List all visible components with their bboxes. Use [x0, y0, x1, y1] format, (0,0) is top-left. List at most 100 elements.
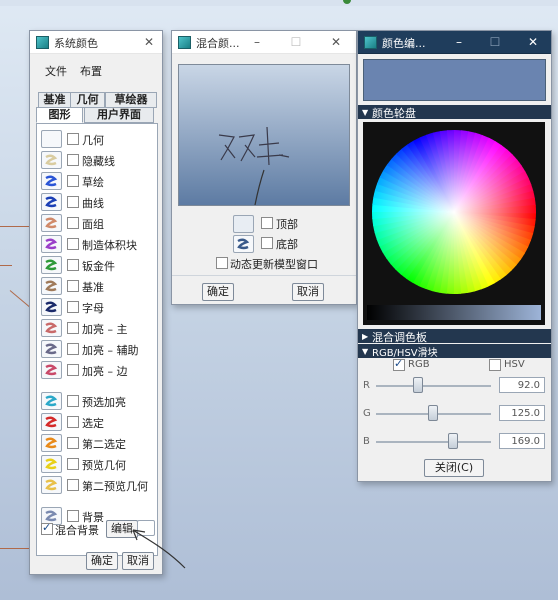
color-checkbox[interactable]: [67, 280, 79, 292]
curve-swatch-icon: [45, 416, 58, 428]
close-icon[interactable]: ✕: [140, 33, 158, 51]
bottom-color-swatch[interactable]: [233, 235, 254, 253]
window-title: 颜色编...: [382, 37, 426, 50]
tab-datum[interactable]: 基准: [38, 92, 71, 108]
color-wheel-area: [363, 122, 545, 325]
b-slider-track[interactable]: [376, 441, 491, 443]
blend-preview: [178, 64, 350, 206]
color-swatch[interactable]: [41, 235, 62, 253]
color-checkbox[interactable]: [67, 458, 79, 470]
color-checkbox[interactable]: [67, 343, 79, 355]
blend-colors-titlebar[interactable]: 混合颜... – ☐ ✕: [172, 31, 356, 54]
close-button[interactable]: 关闭(C): [424, 459, 484, 477]
r-slider-track[interactable]: [376, 385, 491, 387]
divider: [172, 275, 356, 276]
color-item-label: 隐藏线: [82, 155, 115, 168]
wheel-section-header[interactable]: ▼ 颜色轮盘: [358, 105, 551, 120]
blend-background-checkbox[interactable]: [41, 521, 53, 535]
color-item-label: 面组: [82, 218, 104, 231]
color-checkbox[interactable]: [67, 259, 79, 271]
color-item-label: 预览几何: [82, 459, 126, 472]
color-swatch[interactable]: [41, 193, 62, 211]
g-slider-thumb[interactable]: [428, 405, 439, 421]
b-value-field[interactable]: 169.0: [499, 433, 545, 449]
color-editor-window: 颜色编... – ☐ ✕ ▼ 颜色轮盘 ▶ 混合调色板 ▼ RGB/HSV滑块 …: [357, 30, 552, 482]
top-label: 顶部: [276, 218, 298, 231]
r-slider-thumb[interactable]: [413, 377, 424, 393]
curve-swatch-icon: [45, 238, 58, 250]
color-item-label: 预选加亮: [82, 396, 126, 409]
color-item-label: 加亮 – 边: [82, 365, 128, 378]
curve-swatch-icon: [45, 154, 58, 166]
blank-swatch[interactable]: [41, 130, 62, 148]
color-swatch[interactable]: [41, 361, 62, 379]
ok-button[interactable]: 确定: [202, 283, 234, 301]
menu-layout[interactable]: 布置: [80, 63, 102, 79]
dynamic-update-checkbox[interactable]: [216, 257, 228, 269]
color-item-label: 第二预览几何: [82, 480, 148, 493]
color-checkbox[interactable]: [67, 364, 79, 376]
color-swatch[interactable]: [41, 413, 62, 431]
expand-arrow-icon: ▼: [362, 108, 369, 117]
color-checkbox[interactable]: [67, 154, 79, 166]
color-checkbox[interactable]: [67, 322, 79, 334]
color-swatch[interactable]: [41, 455, 62, 473]
color-checkbox[interactable]: [67, 133, 79, 145]
close-icon[interactable]: ✕: [524, 33, 542, 51]
menu-bar: 文件 布置: [30, 59, 162, 81]
tab-user-interface[interactable]: 用户界面: [84, 107, 154, 123]
curve-swatch-icon: [45, 280, 58, 292]
color-preview: [363, 59, 546, 101]
top-color-swatch[interactable]: [233, 215, 254, 233]
rgb-hsv-section-header[interactable]: ▼ RGB/HSV滑块: [358, 344, 551, 359]
b-slider-thumb[interactable]: [448, 433, 459, 449]
tab-graphics[interactable]: 图形: [36, 107, 83, 123]
mixing-palette-header[interactable]: ▶ 混合调色板: [358, 329, 551, 344]
color-checkbox[interactable]: [67, 175, 79, 187]
cancel-button[interactable]: 取消: [292, 283, 324, 301]
menu-file[interactable]: 文件: [45, 63, 67, 79]
color-swatch[interactable]: [41, 392, 62, 410]
color-checkbox[interactable]: [67, 416, 79, 428]
color-checkbox[interactable]: [67, 479, 79, 491]
color-checkbox[interactable]: [67, 217, 79, 229]
color-item-label: 几何: [82, 134, 104, 147]
minimize-icon[interactable]: –: [450, 33, 468, 51]
g-value-field[interactable]: 125.0: [499, 405, 545, 421]
color-swatch[interactable]: [41, 277, 62, 295]
close-icon[interactable]: ✕: [327, 33, 345, 51]
maximize-icon: ☐: [290, 35, 302, 49]
color-checkbox[interactable]: [67, 238, 79, 250]
color-swatch[interactable]: [41, 340, 62, 358]
color-swatch[interactable]: [41, 319, 62, 337]
color-swatch[interactable]: [41, 476, 62, 494]
color-swatch[interactable]: [41, 434, 62, 452]
curve-swatch-icon: [45, 259, 58, 271]
color-swatch[interactable]: [41, 298, 62, 316]
color-checkbox[interactable]: [67, 510, 79, 522]
color-checkbox[interactable]: [67, 196, 79, 208]
color-item-label: 第二选定: [82, 438, 126, 451]
r-value-field[interactable]: 92.0: [499, 377, 545, 393]
color-checkbox[interactable]: [67, 437, 79, 449]
bottom-checkbox[interactable]: [261, 237, 273, 249]
tab-geometry[interactable]: 几何: [70, 92, 105, 108]
color-checkbox[interactable]: [67, 395, 79, 407]
color-checkbox[interactable]: [67, 301, 79, 313]
top-checkbox[interactable]: [261, 217, 273, 229]
hsv-checkbox[interactable]: [489, 359, 501, 371]
tab-sketcher[interactable]: 草绘器: [105, 92, 157, 108]
rgb-label: RGB: [408, 359, 430, 370]
minimize-icon[interactable]: –: [248, 33, 266, 51]
color-wheel[interactable]: [363, 122, 545, 302]
color-swatch[interactable]: [41, 256, 62, 274]
color-swatch[interactable]: [41, 172, 62, 190]
curve-swatch-icon: [45, 343, 58, 355]
brightness-bar[interactable]: [367, 305, 541, 320]
rgb-checkbox[interactable]: [393, 357, 405, 371]
color-swatch[interactable]: [41, 214, 62, 232]
system-colors-titlebar[interactable]: 系统颜色 ✕: [30, 31, 162, 54]
ok-button[interactable]: 确定: [86, 552, 118, 570]
color-editor-titlebar[interactable]: 颜色编... – ☐ ✕: [358, 31, 551, 54]
color-swatch[interactable]: [41, 151, 62, 169]
